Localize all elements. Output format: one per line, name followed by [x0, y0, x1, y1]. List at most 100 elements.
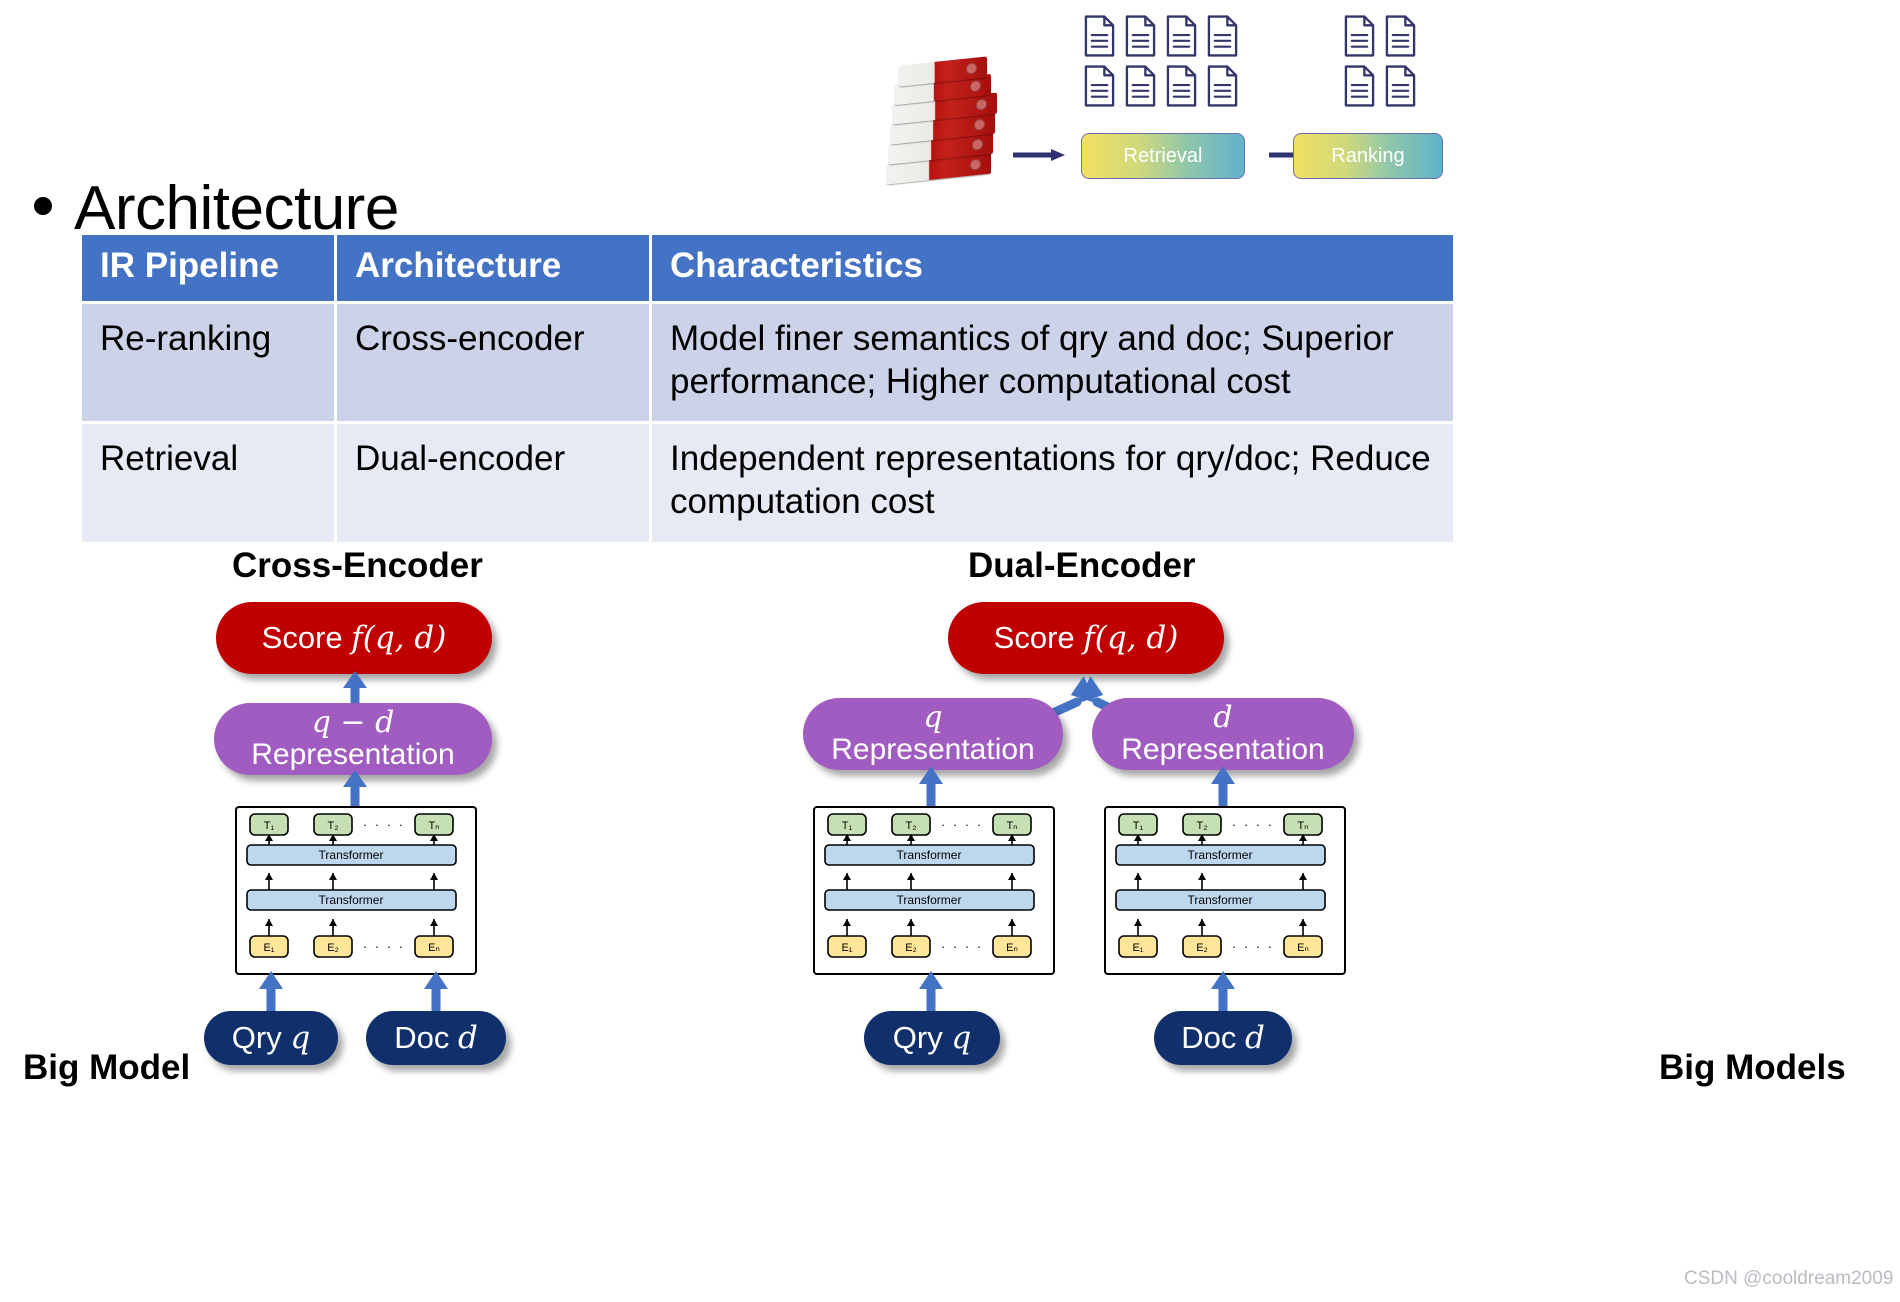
document-icon: [1344, 15, 1375, 57]
ir-pipeline-illustration: Retrieval Ranking: [865, 0, 1900, 205]
diagram-title-cross-encoder: Cross-Encoder: [232, 546, 483, 585]
pipeline-stage-label: Ranking: [1331, 144, 1405, 167]
svg-text:· · · ·: · · · ·: [1232, 817, 1274, 832]
dual-rep-d-label: Representation: [1121, 733, 1325, 766]
svg-text:· · · ·: · · · ·: [941, 817, 983, 832]
ir-pipeline-table: IR Pipeline Architecture Characteristics…: [82, 235, 1453, 542]
transformer-stack-diagram: T₁ T₂ · · · · Tₙ Transformer Transformer…: [824, 813, 1035, 958]
cross-input-query: Qry q: [204, 1011, 338, 1065]
cell-architecture: Cross-encoder: [337, 301, 652, 422]
svg-text:Transformer: Transformer: [1188, 893, 1253, 907]
svg-text:T₂: T₂: [1197, 820, 1208, 832]
column-header-ir-pipeline: IR Pipeline: [82, 235, 337, 301]
table-row: Retrieval Dual-encoder Independent repre…: [82, 421, 1453, 542]
svg-text:Transformer: Transformer: [319, 848, 384, 862]
table-header-row: IR Pipeline Architecture Characteristics: [82, 235, 1453, 301]
cell-pipeline: Re-ranking: [82, 301, 337, 422]
ranked-documents-group: [1343, 14, 1417, 108]
dual-doc-symbol: d: [1244, 1019, 1265, 1056]
svg-text:Tₙ: Tₙ: [1297, 820, 1308, 832]
cross-doc-symbol: d: [457, 1019, 478, 1056]
diagram-title-dual-encoder: Dual-Encoder: [968, 546, 1196, 585]
table-header: IR Pipeline Architecture Characteristics: [82, 235, 1453, 301]
cross-score-prefix: Score: [261, 619, 352, 655]
svg-text:T₁: T₁: [1133, 820, 1144, 832]
cross-input-document: Doc d: [366, 1011, 506, 1065]
table-body: Re-ranking Cross-encoder Model finer sem…: [82, 301, 1453, 542]
document-icon: [1385, 65, 1416, 107]
cross-score-expression: f(q, d): [351, 619, 447, 656]
document-icon: [1166, 65, 1197, 107]
document-icon: [1207, 15, 1238, 57]
cross-representation-label: Representation: [251, 738, 455, 771]
document-icon: [1207, 65, 1238, 107]
svg-text:Transformer: Transformer: [897, 848, 962, 862]
cell-characteristics: Independent representations for qry/doc;…: [652, 421, 1453, 542]
column-header-architecture: Architecture: [337, 235, 652, 301]
corpus-documents-group: [1083, 14, 1239, 108]
dual-representation-document: d Representation: [1092, 698, 1354, 770]
encoder-block-cross: T₁ T₂ · · · · Tₙ Transformer Transformer…: [235, 806, 477, 975]
document-archive-icon: [885, 56, 997, 185]
pipeline-stage-retrieval[interactable]: Retrieval: [1081, 133, 1245, 179]
svg-text:E₁: E₁: [841, 942, 852, 954]
svg-text:E₁: E₁: [263, 942, 274, 954]
cell-pipeline: Retrieval: [82, 421, 337, 542]
dual-rep-q-expression: q: [923, 700, 943, 736]
document-icon: [1084, 15, 1115, 57]
svg-text:E₂: E₂: [1196, 942, 1208, 954]
svg-text:Transformer: Transformer: [319, 893, 384, 907]
page-title: Architecture: [34, 178, 399, 240]
svg-text:Transformer: Transformer: [897, 893, 962, 907]
dual-rep-q-label: Representation: [831, 733, 1035, 766]
bullet-icon: [34, 197, 52, 215]
page-title-text: Architecture: [74, 174, 399, 243]
cross-query-prefix: Qry: [231, 1019, 291, 1055]
svg-text:T₂: T₂: [328, 820, 339, 832]
document-icon: [1166, 15, 1197, 57]
table-row: Re-ranking Cross-encoder Model finer sem…: [82, 301, 1453, 422]
svg-text:E₁: E₁: [1132, 942, 1143, 954]
cross-query-symbol: q: [290, 1019, 311, 1056]
dual-query-prefix: Qry: [892, 1019, 952, 1055]
cross-representation-expression: q − d: [311, 705, 395, 741]
svg-text:· · · ·: · · · ·: [941, 939, 983, 954]
encoder-block-dual-document: T₁ T₂ · · · · Tₙ Transformer Transformer…: [1104, 806, 1346, 975]
svg-text:E₂: E₂: [327, 942, 339, 954]
cross-doc-prefix: Doc: [394, 1019, 458, 1055]
dual-rep-d-expression: d: [1213, 700, 1233, 736]
dual-input-query: Qry q: [864, 1011, 1000, 1065]
svg-text:Eₙ: Eₙ: [428, 942, 440, 954]
label-big-models: Big Models: [1659, 1048, 1846, 1087]
dual-score-prefix: Score: [993, 619, 1084, 655]
document-icon: [1084, 65, 1115, 107]
up-arrow-icon: [1211, 766, 1235, 810]
up-arrow-icon: [919, 766, 943, 810]
svg-text:Eₙ: Eₙ: [1006, 942, 1018, 954]
pipeline-stage-label: Retrieval: [1123, 144, 1203, 167]
watermark: CSDN @cooldream2009: [1684, 1268, 1894, 1289]
dual-input-document: Doc d: [1154, 1011, 1292, 1065]
transformer-stack-diagram: T₁ T₂ · · · · Tₙ Transformer Transformer…: [1115, 813, 1326, 958]
svg-text:· · · ·: · · · ·: [363, 939, 405, 954]
dual-query-symbol: q: [951, 1019, 972, 1056]
svg-text:T₁: T₁: [842, 820, 853, 832]
document-icon: [1125, 65, 1156, 107]
svg-text:T₂: T₂: [906, 820, 917, 832]
cell-architecture: Dual-encoder: [337, 421, 652, 542]
svg-text:Tₙ: Tₙ: [428, 820, 439, 832]
document-icon: [1385, 15, 1416, 57]
svg-text:E₂: E₂: [905, 942, 917, 954]
document-icon: [1125, 15, 1156, 57]
encoder-block-dual-query: T₁ T₂ · · · · Tₙ Transformer Transformer…: [813, 806, 1055, 975]
pipeline-stage-ranking[interactable]: Ranking: [1293, 133, 1443, 179]
cell-characteristics: Model finer semantics of qry and doc; Su…: [652, 301, 1453, 422]
svg-text:· · · ·: · · · ·: [1232, 939, 1274, 954]
up-arrow-icon: [343, 770, 367, 810]
column-header-characteristics: Characteristics: [652, 235, 1453, 301]
svg-text:Eₙ: Eₙ: [1297, 942, 1309, 954]
label-big-model: Big Model: [23, 1048, 191, 1087]
right-arrow-icon: [1013, 149, 1065, 161]
transformer-stack-diagram: T₁ T₂ · · · · Tₙ Transformer Transformer…: [246, 813, 457, 958]
dual-doc-prefix: Doc: [1181, 1019, 1245, 1055]
